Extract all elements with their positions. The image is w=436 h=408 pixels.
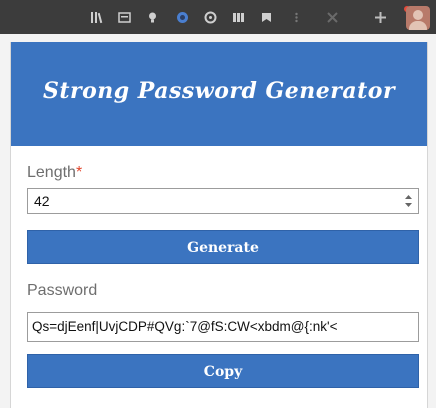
circle-icon[interactable] [204, 11, 217, 24]
app-header: Strong Password Generator [11, 42, 427, 146]
password-generator-popup: Strong Password Generator Length* 42 Gen… [10, 42, 428, 408]
copy-button[interactable]: Copy [27, 354, 419, 388]
app-title: Strong Password Generator [42, 78, 396, 104]
close-icon[interactable] [326, 11, 339, 24]
profile-avatar[interactable] [406, 6, 430, 30]
generate-button[interactable]: Generate [27, 230, 419, 264]
dots-icon[interactable] [290, 11, 303, 24]
browser-toolbar [0, 0, 436, 34]
lightbulb-icon[interactable] [146, 11, 159, 24]
password-label: Password [27, 282, 98, 299]
library-icon[interactable] [90, 11, 103, 24]
password-field[interactable]: Qs=djEenf|UvjCDP#QVg:`7@fS:CW<xbdm@{:nk'… [27, 312, 419, 342]
length-label: Length* [27, 164, 82, 182]
length-stepper-icon[interactable] [404, 193, 413, 209]
length-label-text: Length [27, 164, 76, 181]
grid-icon[interactable] [232, 11, 245, 24]
length-input[interactable]: 42 [27, 188, 419, 214]
cross-icon[interactable] [374, 11, 387, 24]
bookmark-icon[interactable] [260, 11, 273, 24]
screenshot-frame: Strong Password Generator Length* 42 Gen… [0, 0, 436, 408]
length-input-value: 42 [34, 193, 50, 209]
reader-view-icon[interactable] [118, 11, 131, 24]
extension-blue-icon[interactable] [176, 11, 189, 24]
required-marker: * [75, 164, 83, 181]
